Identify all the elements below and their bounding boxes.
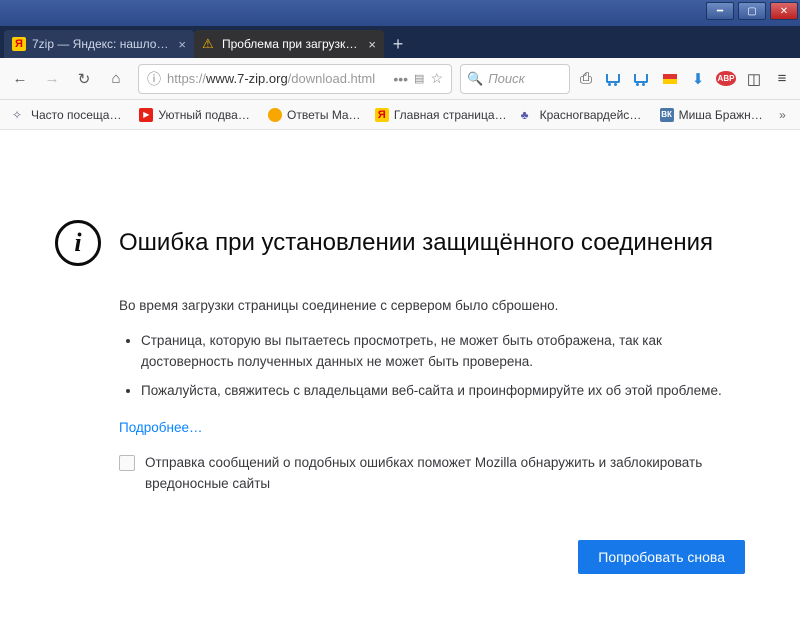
bookmark-krasnogvardeyskaya[interactable]: ♣ Красногвардейская ... <box>515 105 652 125</box>
home-button[interactable]: ⌂ <box>102 65 130 93</box>
cart-icon-2[interactable] <box>630 67 654 91</box>
bookmark-mailru[interactable]: Ответы Mail.Ru <box>262 105 367 125</box>
bookmarks-toolbar: ✧ Часто посещаемые ▶ Уютный подвальчик О… <box>0 100 800 130</box>
search-placeholder: Поиск <box>488 71 525 86</box>
bookmarks-overflow-button[interactable]: » <box>771 108 794 122</box>
error-title: Ошибка при установлении защищённого соед… <box>119 229 713 257</box>
window-close-button[interactable]: ✕ <box>770 2 798 20</box>
bookmark-yandex[interactable]: Я Главная страница Ян... <box>369 105 513 125</box>
url-text: https://www.7-zip.org/download.html <box>167 71 387 86</box>
error-bullet: Страница, которую вы пытаетесь просмотре… <box>141 331 745 373</box>
close-icon[interactable]: × <box>368 37 376 52</box>
vk-icon: ВК <box>660 108 674 122</box>
yandex-icon: Я <box>12 37 26 51</box>
window-maximize-button[interactable]: ▢ <box>738 2 766 20</box>
site-info-icon[interactable]: ⓘ <box>147 69 161 89</box>
report-checkbox[interactable] <box>119 455 135 471</box>
close-icon[interactable]: × <box>178 37 186 52</box>
app-menu-icon[interactable]: ≡ <box>770 67 794 91</box>
info-icon: i <box>55 220 101 266</box>
new-tab-button[interactable]: + <box>384 30 412 58</box>
reload-button[interactable]: ↻ <box>70 65 98 93</box>
search-icon: 🔍 <box>467 71 483 87</box>
search-bar[interactable]: 🔍 Поиск <box>460 64 570 94</box>
flame-icon: ♣ <box>521 108 535 122</box>
window-minimize-button[interactable]: ━ <box>706 2 734 20</box>
report-checkbox-label: Отправка сообщений о подобных ошибках по… <box>145 453 745 495</box>
sparkle-icon: ✧ <box>12 108 26 122</box>
downloads-icon[interactable]: ⬇ <box>686 67 710 91</box>
tab-strip: Я 7zip — Яндекс: нашлось 674 т × ⚠ Пробл… <box>0 26 800 58</box>
navigation-toolbar: ← → ↻ ⌂ ⓘ https://www.7-zip.org/download… <box>0 58 800 100</box>
error-bullet: Пожалуйста, свяжитесь с владельцами веб-… <box>141 381 745 402</box>
bookmark-youtube[interactable]: ▶ Уютный подвальчик <box>133 105 260 125</box>
bookmark-vk[interactable]: ВК Миша Бражников <box>654 105 769 125</box>
retry-button[interactable]: Попробовать снова <box>578 540 745 574</box>
ext-flag-icon[interactable] <box>658 67 682 91</box>
page-actions-icon[interactable]: ••• <box>393 71 408 87</box>
back-button[interactable]: ← <box>6 65 34 93</box>
window-titlebar: ━ ▢ ✕ <box>0 0 800 26</box>
tab-yandex[interactable]: Я 7zip — Яндекс: нашлось 674 т × <box>4 30 194 58</box>
library-icon[interactable]: ⎙ <box>574 67 598 91</box>
tab-error-page[interactable]: ⚠ Проблема при загрузке стра × <box>194 30 384 58</box>
tab-label: 7zip — Яндекс: нашлось 674 т <box>32 37 172 51</box>
bookmark-star-icon[interactable]: ☆ <box>430 70 443 87</box>
mailru-icon <box>268 108 282 122</box>
error-page-content: i Ошибка при установлении защищённого со… <box>0 130 800 594</box>
cart-icon-1[interactable] <box>602 67 626 91</box>
warning-icon: ⚠ <box>202 37 216 51</box>
bookmark-most-visited[interactable]: ✧ Часто посещаемые <box>6 105 131 125</box>
youtube-icon: ▶ <box>139 108 153 122</box>
tab-label: Проблема при загрузке стра <box>222 37 362 51</box>
yandex-icon: Я <box>375 108 389 122</box>
reader-icon[interactable]: ▤ <box>414 72 424 85</box>
forward-button[interactable]: → <box>38 65 66 93</box>
adblock-icon[interactable]: ABP <box>714 67 738 91</box>
error-subtitle: Во время загрузки страницы соединение с … <box>119 296 745 317</box>
learn-more-link[interactable]: Подробнее… <box>119 420 203 435</box>
error-bullet-list: Страница, которую вы пытаетесь просмотре… <box>119 331 745 402</box>
sidebar-icon[interactable]: ◫ <box>742 67 766 91</box>
address-bar[interactable]: ⓘ https://www.7-zip.org/download.html ••… <box>138 64 452 94</box>
